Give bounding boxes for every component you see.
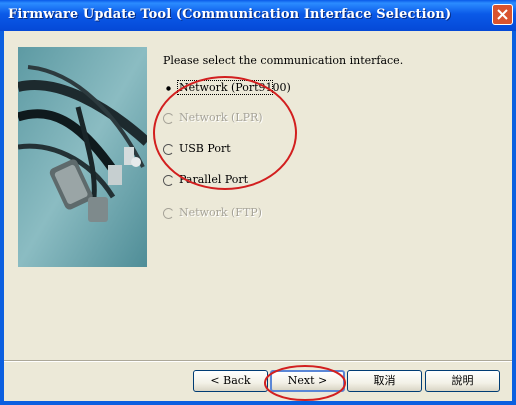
dialog-window: Firmware Update Tool (Communication Inte… <box>0 0 516 405</box>
radio-disabled-icon <box>163 208 173 219</box>
dialog-content: Please select the communication interfac… <box>4 31 512 401</box>
title-bar[interactable]: Firmware Update Tool (Communication Inte… <box>0 0 516 31</box>
instruction-text: Please select the communication interfac… <box>163 54 404 67</box>
close-icon <box>497 9 508 20</box>
radio-icon[interactable] <box>163 175 174 186</box>
radio-label: USB Port <box>179 142 231 155</box>
close-button[interactable] <box>492 4 513 25</box>
help-button[interactable]: 說明 <box>425 370 500 392</box>
cancel-button[interactable]: 取消 <box>347 370 422 392</box>
window-title: Firmware Update Tool (Communication Inte… <box>8 7 452 22</box>
back-button[interactable]: < Back <box>193 370 268 392</box>
cables-photo <box>18 47 147 267</box>
radio-selected-icon[interactable] <box>163 83 174 94</box>
radio-label: Network (Port9100) <box>179 81 291 94</box>
radio-label: Parallel Port <box>179 173 249 186</box>
radio-label: Network (FTP) <box>179 206 262 219</box>
radio-icon[interactable] <box>163 144 174 155</box>
next-button[interactable]: Next > <box>270 370 345 392</box>
radio-disabled-icon <box>163 113 173 124</box>
separator <box>4 360 512 362</box>
radio-label: Network (LPR) <box>179 111 263 124</box>
